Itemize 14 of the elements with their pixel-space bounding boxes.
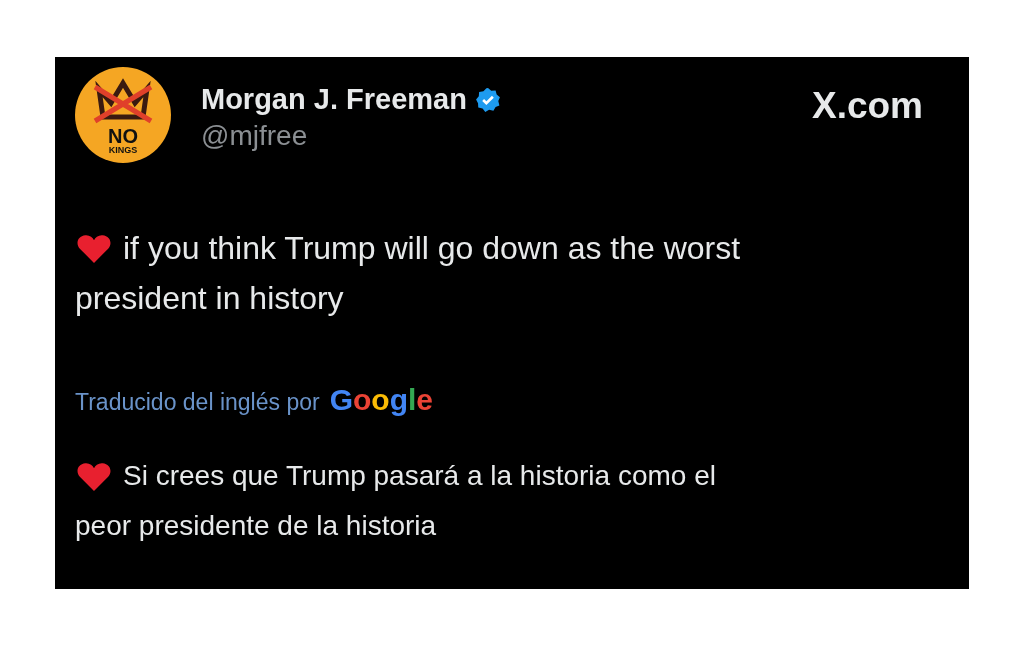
author-name[interactable]: Morgan J. Freeman [201, 83, 467, 116]
translation-note: Traducido del inglés por [75, 389, 320, 416]
post-text: if you think Trump will go down as the worst [123, 229, 741, 268]
avatar[interactable]: NO KINGS [75, 67, 171, 163]
author-handle[interactable]: @mjfree [201, 120, 501, 152]
avatar-text: KINGS [108, 145, 138, 155]
translated-text: peor presidente de la historia [75, 509, 437, 543]
post-text: president in history [75, 279, 344, 318]
site-logo: X.com [811, 85, 923, 127]
translated-text: Si crees que Trump pasará a la historia como el [123, 459, 716, 493]
heart-icon [77, 461, 111, 491]
avatar-text: NO [108, 127, 138, 145]
google-logo[interactable]: Google [329, 383, 433, 417]
heart-icon [77, 233, 111, 263]
